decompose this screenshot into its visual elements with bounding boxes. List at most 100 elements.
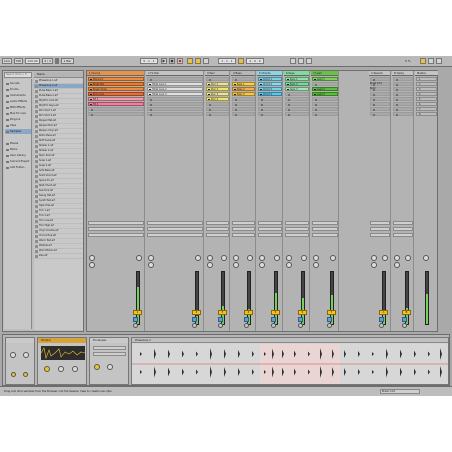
track-title[interactable]: A Reverb — [369, 71, 390, 76]
pan-knob[interactable] — [247, 255, 253, 261]
browser-place-item[interactable]: Audio Effects — [5, 99, 31, 104]
clip-stop-icon[interactable] — [395, 104, 398, 106]
clip-launch-icon[interactable] — [207, 93, 211, 96]
metronome-icon[interactable] — [55, 58, 59, 64]
browser-place-item[interactable]: Max for Live — [5, 111, 31, 116]
browser-file-item[interactable]: Tick 1.aif — [34, 209, 83, 214]
clip-stop-icon[interactable] — [395, 94, 398, 96]
clip-launch-icon[interactable] — [286, 78, 290, 81]
clip-slot[interactable]: Bass 3 — [232, 92, 255, 97]
clip-stop-icon[interactable] — [395, 114, 398, 116]
clip-slot[interactable]: Chord 1 — [258, 77, 282, 82]
clip-stop-icon[interactable] — [234, 104, 237, 106]
tempo-field[interactable]: 120.00 — [25, 58, 40, 64]
arm-button[interactable] — [244, 323, 249, 328]
clip-stop-icon[interactable] — [208, 109, 211, 111]
clip-stop-icon[interactable] — [234, 109, 237, 111]
clip-launch-icon[interactable] — [259, 83, 263, 86]
stop-button[interactable] — [169, 58, 175, 64]
solo-button[interactable] — [244, 317, 249, 322]
clip-stop-icon[interactable] — [287, 109, 290, 111]
clip-launch-icon[interactable] — [313, 88, 317, 91]
browser-place-item[interactable]: User Library — [5, 153, 31, 158]
monitor-menu[interactable] — [147, 233, 203, 237]
scene-launch-button[interactable]: 7 — [416, 107, 437, 112]
clip-launch-icon[interactable] — [286, 88, 290, 91]
draw-mode-button[interactable] — [290, 58, 296, 64]
clip-stop-icon[interactable] — [234, 114, 237, 116]
browser-file-item[interactable]: Swing Hat.aif — [34, 194, 83, 199]
browser-place-item[interactable]: Clips — [5, 123, 31, 128]
browser-file-item[interactable]: Tick 2.aif — [34, 214, 83, 219]
send-b-knob[interactable] — [286, 262, 292, 268]
overdub-button[interactable] — [187, 58, 193, 64]
track-activator[interactable]: 3 — [218, 310, 227, 315]
clip-slot[interactable]: Fill 2 — [88, 102, 144, 107]
track-activator[interactable]: 7 — [327, 310, 336, 315]
browser-file-item[interactable]: Ripped Kick.aif — [34, 124, 83, 129]
clip-stop-icon[interactable] — [372, 109, 375, 111]
clip-stop-icon[interactable] — [372, 99, 375, 101]
solo-button[interactable] — [298, 317, 303, 322]
audio-from-menu[interactable] — [232, 221, 255, 225]
clip-stop-icon[interactable] — [208, 104, 211, 106]
send-b-knob[interactable] — [371, 262, 377, 268]
clip-stop-icon[interactable] — [287, 94, 290, 96]
clip-launch-icon[interactable] — [89, 88, 93, 91]
clip-launch-icon[interactable] — [89, 98, 93, 101]
clip-launch-icon[interactable] — [207, 88, 211, 91]
track-title[interactable]: 2 Hi-Hat — [146, 71, 203, 76]
send-a-knob[interactable] — [207, 255, 213, 261]
solo-button[interactable] — [133, 317, 138, 322]
send-b-knob[interactable] — [394, 262, 400, 268]
empty-clip-slot[interactable] — [285, 102, 309, 107]
send-b-knob[interactable] — [207, 262, 213, 268]
clip-stop-icon[interactable] — [90, 109, 93, 111]
clip-slot[interactable]: Mainkick — [88, 77, 144, 82]
empty-clip-slot[interactable] — [147, 107, 203, 112]
send-a-knob[interactable] — [286, 255, 292, 261]
monitor-menu[interactable] — [285, 233, 309, 237]
audio-to-menu[interactable] — [206, 227, 229, 231]
clip-stop-icon[interactable] — [314, 104, 317, 106]
clip-launch-icon[interactable] — [286, 83, 290, 86]
solo-button[interactable] — [218, 317, 223, 322]
clip-stop-icon[interactable] — [208, 79, 211, 81]
empty-clip-slot[interactable] — [393, 107, 413, 112]
clip-stop-icon[interactable] — [149, 104, 152, 106]
loop-switch[interactable] — [238, 58, 244, 64]
browser-file-item[interactable]: Ruff Snare.aif — [34, 139, 83, 144]
clip-slot[interactable]: Kick Loop — [88, 92, 144, 97]
browser-file-item[interactable]: Tom High.aif — [34, 224, 83, 229]
send-b-knob[interactable] — [259, 262, 265, 268]
solo-button[interactable] — [271, 317, 276, 322]
clip-stop-icon[interactable] — [149, 99, 152, 101]
clip-stop-icon[interactable] — [149, 114, 152, 116]
empty-clip-slot[interactable] — [393, 92, 413, 97]
master-volume-fader[interactable] — [425, 271, 429, 325]
pan-knob[interactable] — [405, 255, 411, 261]
solo-button[interactable] — [327, 317, 332, 322]
audio-to-menu[interactable] — [88, 227, 144, 231]
browser-place-item[interactable]: Current Project — [5, 159, 31, 164]
browser-file-item[interactable]: Wood Block.aif — [34, 249, 83, 254]
browser-file-item[interactable]: Phaseloop 1.aif — [34, 79, 83, 84]
empty-clip-slot[interactable] — [285, 92, 309, 97]
clip-slot[interactable]: Keys 2 — [285, 82, 309, 87]
arm-button[interactable] — [218, 323, 223, 328]
audio-from-menu[interactable] — [370, 221, 390, 225]
browser-file-item[interactable]: Tom Low.aif — [34, 219, 83, 224]
clip-stop-icon[interactable] — [260, 104, 263, 106]
audio-to-menu[interactable] — [285, 227, 309, 231]
browser-file-item[interactable]: Snap 2.aif — [34, 164, 83, 169]
empty-clip-slot[interactable] — [312, 107, 338, 112]
audio-to-menu[interactable] — [312, 227, 338, 231]
track-activator[interactable]: A — [379, 310, 388, 315]
pan-knob[interactable] — [330, 255, 336, 261]
audio-to-menu[interactable] — [232, 227, 255, 231]
empty-clip-slot[interactable] — [393, 97, 413, 102]
empty-clip-slot[interactable] — [312, 82, 338, 87]
clip-stop-icon[interactable] — [260, 114, 263, 116]
clip-launch-icon[interactable] — [233, 88, 237, 91]
empty-clip-slot[interactable] — [258, 102, 282, 107]
